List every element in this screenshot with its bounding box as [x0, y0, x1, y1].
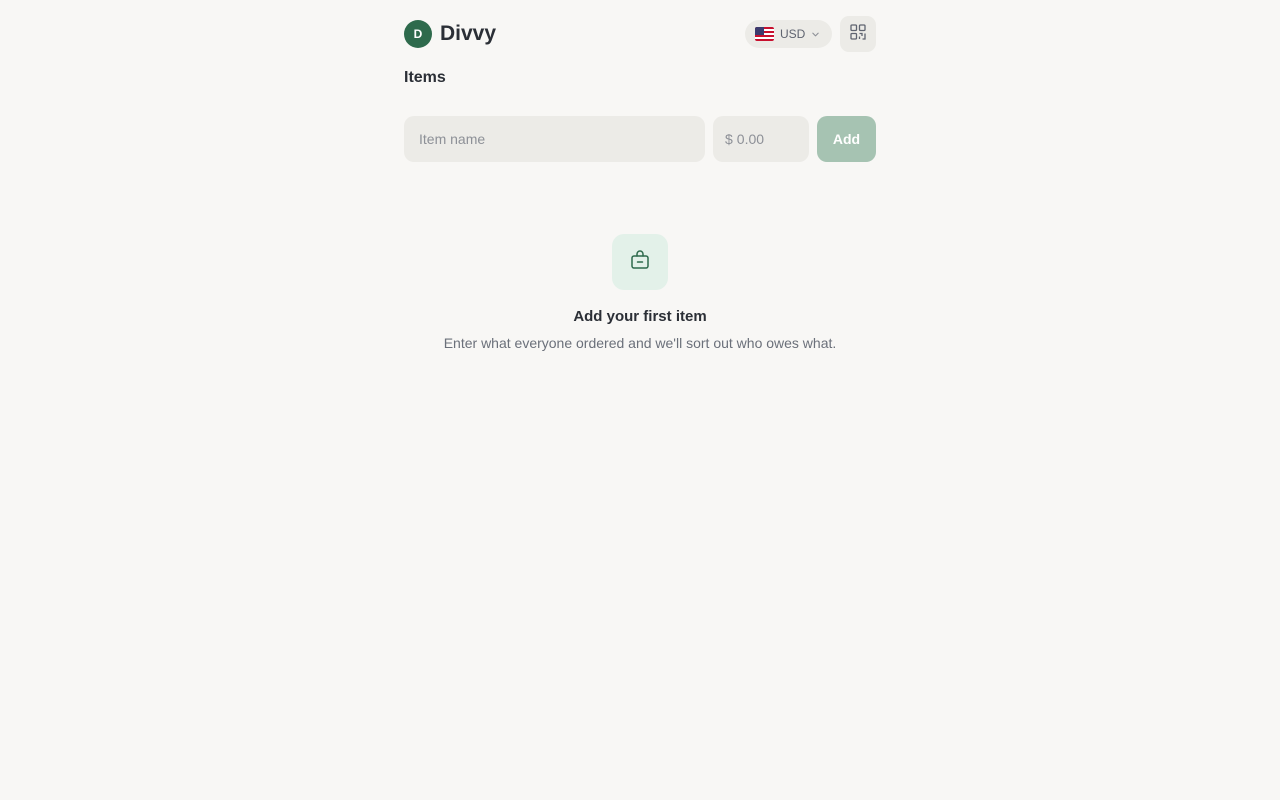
empty-state-subtitle: Enter what everyone ordered and we'll so… — [443, 335, 837, 351]
header: D Divvy USD — [404, 16, 876, 52]
chevron-down-icon — [811, 30, 820, 39]
items-heading: Items — [404, 69, 446, 86]
bag-icon — [629, 249, 651, 276]
app-container: D Divvy USD Items $ Add — [404, 0, 876, 800]
empty-state-icon-tile — [612, 234, 668, 290]
qr-code-button[interactable] — [840, 16, 876, 52]
currency-symbol: $ — [725, 131, 733, 147]
app-name: Divvy — [440, 22, 497, 45]
currency-selector[interactable]: USD — [745, 20, 832, 48]
add-item-button[interactable]: Add — [817, 116, 876, 162]
us-flag-icon — [755, 27, 774, 41]
logo-avatar: D — [404, 20, 432, 48]
currency-code: USD — [780, 27, 806, 41]
qr-code-icon — [849, 23, 867, 46]
empty-state-title: Add your first item — [573, 308, 707, 325]
price-input[interactable] — [736, 131, 797, 147]
price-field[interactable]: $ — [713, 116, 809, 162]
item-name-input[interactable] — [404, 116, 705, 162]
